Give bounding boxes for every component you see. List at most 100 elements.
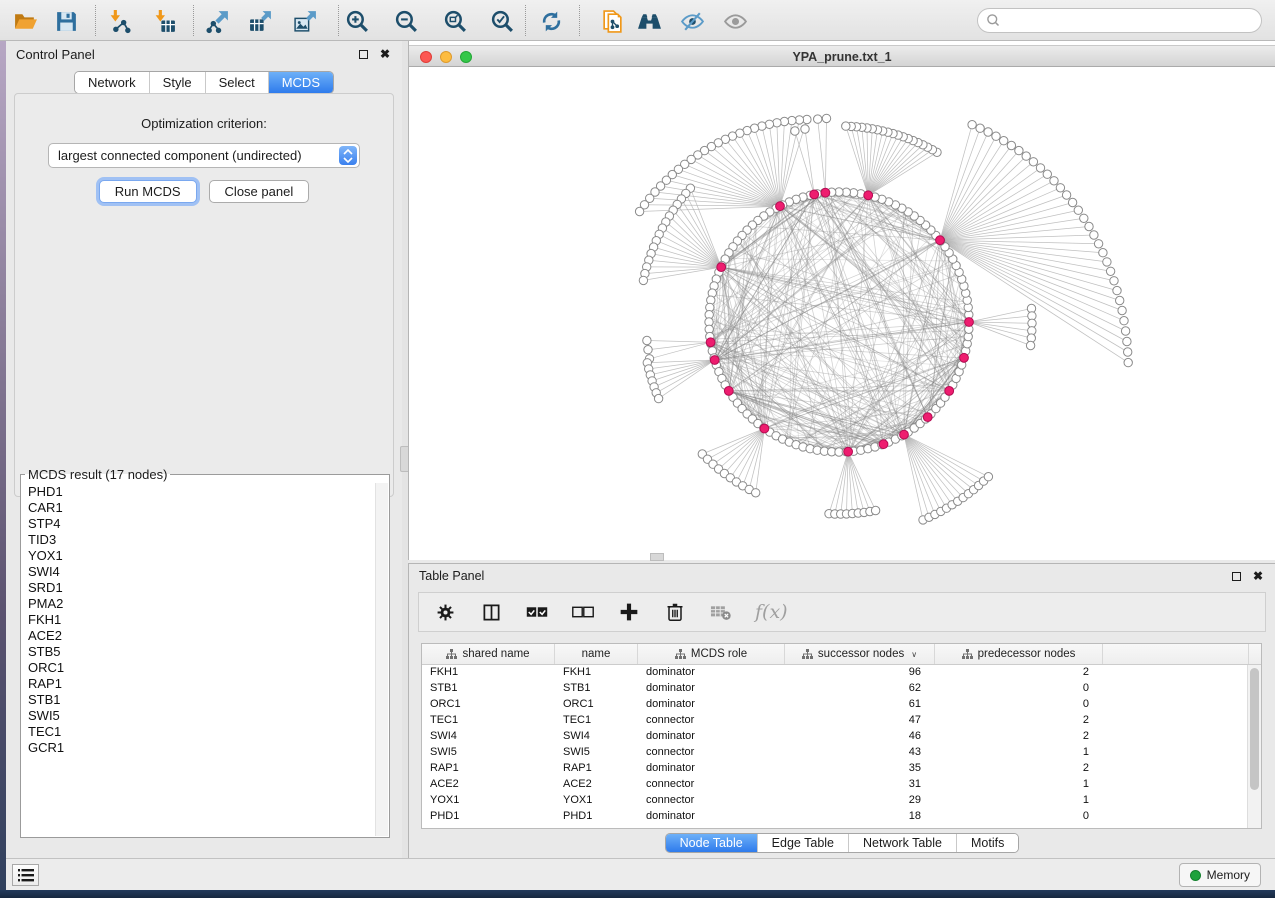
export-table-icon[interactable] <box>246 7 274 35</box>
table-cell[interactable]: 96 <box>785 665 935 681</box>
graph-leaf-node[interactable] <box>1074 206 1082 214</box>
table-cell[interactable]: 2 <box>935 665 1103 681</box>
run-mcds-button[interactable]: Run MCDS <box>99 180 197 203</box>
table-cell[interactable]: 2 <box>935 713 1103 729</box>
table-row[interactable]: TEC1TEC1connector472 <box>422 713 1247 729</box>
graph-leaf-node[interactable] <box>871 506 879 514</box>
graph-leaf-node[interactable] <box>1085 222 1093 230</box>
function-icon[interactable]: f(x) <box>755 601 788 623</box>
mcds-result-item[interactable]: SWI5 <box>28 708 375 724</box>
tab-mcds[interactable]: MCDS <box>268 72 333 93</box>
table-row[interactable]: SWI5SWI5connector431 <box>422 745 1247 761</box>
import-table-icon[interactable] <box>150 7 178 35</box>
table-scrollbar[interactable] <box>1247 665 1261 828</box>
graph-leaf-node[interactable] <box>984 473 992 481</box>
table-cell[interactable]: FKH1 <box>555 665 638 681</box>
column-header-shared-name[interactable]: shared name <box>422 644 555 664</box>
graph-node-mcds[interactable] <box>821 188 830 197</box>
table-cell[interactable]: dominator <box>638 809 785 825</box>
graph-leaf-node[interactable] <box>1094 240 1102 248</box>
delete-icon[interactable] <box>663 600 687 624</box>
graph-leaf-node[interactable] <box>773 119 781 127</box>
graph-node-mcds[interactable] <box>900 430 909 439</box>
show-eye-icon[interactable] <box>721 7 749 35</box>
table-row[interactable]: YOX1YOX1connector291 <box>422 793 1247 809</box>
graph-leaf-node[interactable] <box>1068 198 1076 206</box>
select-all-icon[interactable] <box>525 600 549 624</box>
zoom-fit-icon[interactable] <box>441 7 469 35</box>
mcds-result-item[interactable]: TEC1 <box>28 724 375 740</box>
graph-leaf-node[interactable] <box>1103 258 1111 266</box>
mcds-result-item[interactable]: STB5 <box>28 644 375 660</box>
table-row[interactable]: ACE2ACE2connector311 <box>422 777 1247 793</box>
graph-leaf-node[interactable] <box>1036 164 1044 172</box>
mcds-result-item[interactable]: PMA2 <box>28 596 375 612</box>
mcds-result-item[interactable]: CAR1 <box>28 500 375 516</box>
graph-leaf-node[interactable] <box>968 121 976 129</box>
graph-leaf-node[interactable] <box>1062 191 1070 199</box>
mcds-result-item[interactable]: TID3 <box>28 532 375 548</box>
float-panel-icon[interactable] <box>356 47 370 61</box>
column-header-predecessor-nodes[interactable]: predecessor nodes <box>935 644 1103 664</box>
mcds-result-item[interactable]: PHD1 <box>28 484 375 500</box>
close-panel-button[interactable]: Close panel <box>209 180 310 203</box>
graph-leaf-node[interactable] <box>1050 177 1058 185</box>
graph-leaf-node[interactable] <box>984 128 992 136</box>
table-cell[interactable]: FKH1 <box>422 665 555 681</box>
table-cell[interactable]: 35 <box>785 761 935 777</box>
graph-node-mcds[interactable] <box>960 353 969 362</box>
graph-leaf-node[interactable] <box>1116 296 1124 304</box>
table-row[interactable]: RAP1RAP1dominator352 <box>422 761 1247 777</box>
graph-leaf-node[interactable] <box>1106 267 1114 275</box>
table-cell[interactable]: ORC1 <box>555 697 638 713</box>
graph-leaf-node[interactable] <box>1080 214 1088 222</box>
graph-node-mcds[interactable] <box>724 387 733 396</box>
gear-icon[interactable] <box>433 600 457 624</box>
graph-leaf-node[interactable] <box>643 336 651 344</box>
search-input[interactable] <box>1001 11 1261 31</box>
delete-table-icon[interactable] <box>709 600 733 624</box>
table-scrollbar-thumb[interactable] <box>1250 668 1259 790</box>
table-row[interactable]: SWI4SWI4dominator462 <box>422 729 1247 745</box>
graph-leaf-node[interactable] <box>654 394 662 402</box>
table-cell[interactable]: connector <box>638 745 785 761</box>
table-cell[interactable]: ACE2 <box>555 777 638 793</box>
table-cell[interactable]: RAP1 <box>422 761 555 777</box>
table-cell[interactable]: dominator <box>638 681 785 697</box>
optimization-criterion-select[interactable]: largest connected component (undirected) <box>48 143 360 168</box>
table-cell[interactable]: 0 <box>935 697 1103 713</box>
refresh-icon[interactable] <box>537 7 565 35</box>
import-network-icon[interactable] <box>105 7 133 35</box>
graph-leaf-node[interactable] <box>791 127 799 135</box>
table-cell[interactable]: dominator <box>638 697 785 713</box>
column-icon[interactable] <box>479 600 503 624</box>
export-image-icon[interactable] <box>291 7 319 35</box>
table-cell[interactable]: TEC1 <box>422 713 555 729</box>
graph-leaf-node[interactable] <box>1120 317 1128 325</box>
table-cell[interactable]: YOX1 <box>422 793 555 809</box>
column-header-name[interactable]: name <box>555 644 638 664</box>
table-cell[interactable]: STB1 <box>422 681 555 697</box>
table-cell[interactable]: SWI4 <box>555 729 638 745</box>
table-cell[interactable]: 0 <box>935 681 1103 697</box>
table-cell[interactable]: STB1 <box>555 681 638 697</box>
table-row[interactable]: STB1STB1dominator620 <box>422 681 1247 697</box>
graph-leaf-node[interactable] <box>1124 358 1132 366</box>
table-cell[interactable]: 1 <box>935 793 1103 809</box>
table-cell[interactable]: 29 <box>785 793 935 809</box>
zoom-out-icon[interactable] <box>392 7 420 35</box>
save-icon[interactable] <box>52 7 80 35</box>
graph-leaf-node[interactable] <box>1110 277 1118 285</box>
graph-leaf-node[interactable] <box>1056 184 1064 192</box>
mcds-result-item[interactable]: GCR1 <box>28 740 375 756</box>
table-cell[interactable]: 1 <box>935 745 1103 761</box>
graph-leaf-node[interactable] <box>1007 141 1015 149</box>
mcds-result-item[interactable]: YOX1 <box>28 548 375 564</box>
tab-network-table[interactable]: Network Table <box>848 834 956 852</box>
mcds-result-item[interactable]: FKH1 <box>28 612 375 628</box>
graph-leaf-node[interactable] <box>1113 286 1121 294</box>
tab-edge-table[interactable]: Edge Table <box>757 834 848 852</box>
export-network-icon[interactable] <box>203 7 231 35</box>
mcds-result-item[interactable]: SRD1 <box>28 580 375 596</box>
graph-leaf-node[interactable] <box>1000 137 1008 145</box>
